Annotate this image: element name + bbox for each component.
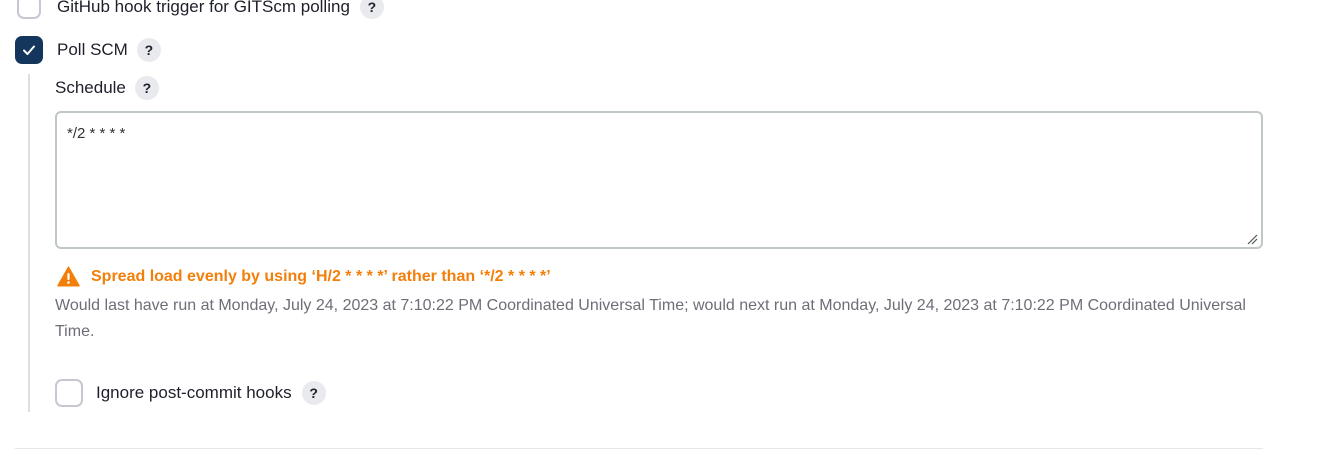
poll-scm-help-button[interactable]: ?	[136, 38, 161, 62]
check-icon	[23, 45, 35, 55]
poll-scm-label: Poll SCM	[57, 40, 128, 59]
ignore-post-commit-checkbox[interactable]	[55, 379, 83, 407]
poll-scm-row: Poll SCM ?	[15, 36, 161, 64]
github-hook-help-button[interactable]: ?	[359, 0, 384, 19]
resize-handle-icon[interactable]	[1246, 233, 1258, 245]
warning-triangle-icon	[57, 266, 80, 287]
ignore-post-commit-help-button[interactable]: ?	[301, 381, 326, 405]
schedule-label: Schedule	[55, 78, 126, 97]
section-divider	[15, 448, 1263, 449]
github-hook-trigger-checkbox[interactable]	[17, 0, 41, 19]
github-hook-trigger-label: GitHub hook trigger for GITScm polling	[57, 0, 350, 16]
validation-warning-text: Spread load evenly by using ‘H/2 * * * *…	[91, 267, 551, 285]
ignore-post-commit-row: Ignore post-commit hooks ?	[55, 379, 326, 407]
nested-section-bar	[28, 74, 30, 412]
schedule-input[interactable]: */2 * * * *	[55, 111, 1263, 249]
schedule-info-text: Would last have run at Monday, July 24, …	[55, 297, 1246, 340]
schedule-help-button[interactable]: ?	[134, 76, 159, 100]
ignore-post-commit-label: Ignore post-commit hooks	[96, 383, 292, 402]
validation-warning: Spread load evenly by using ‘H/2 * * * *…	[57, 266, 551, 287]
github-hook-trigger-row: GitHub hook trigger for GITScm polling ?	[17, 0, 384, 19]
poll-scm-checkbox[interactable]	[15, 36, 43, 64]
schedule-label-row: Schedule ?	[55, 76, 159, 100]
